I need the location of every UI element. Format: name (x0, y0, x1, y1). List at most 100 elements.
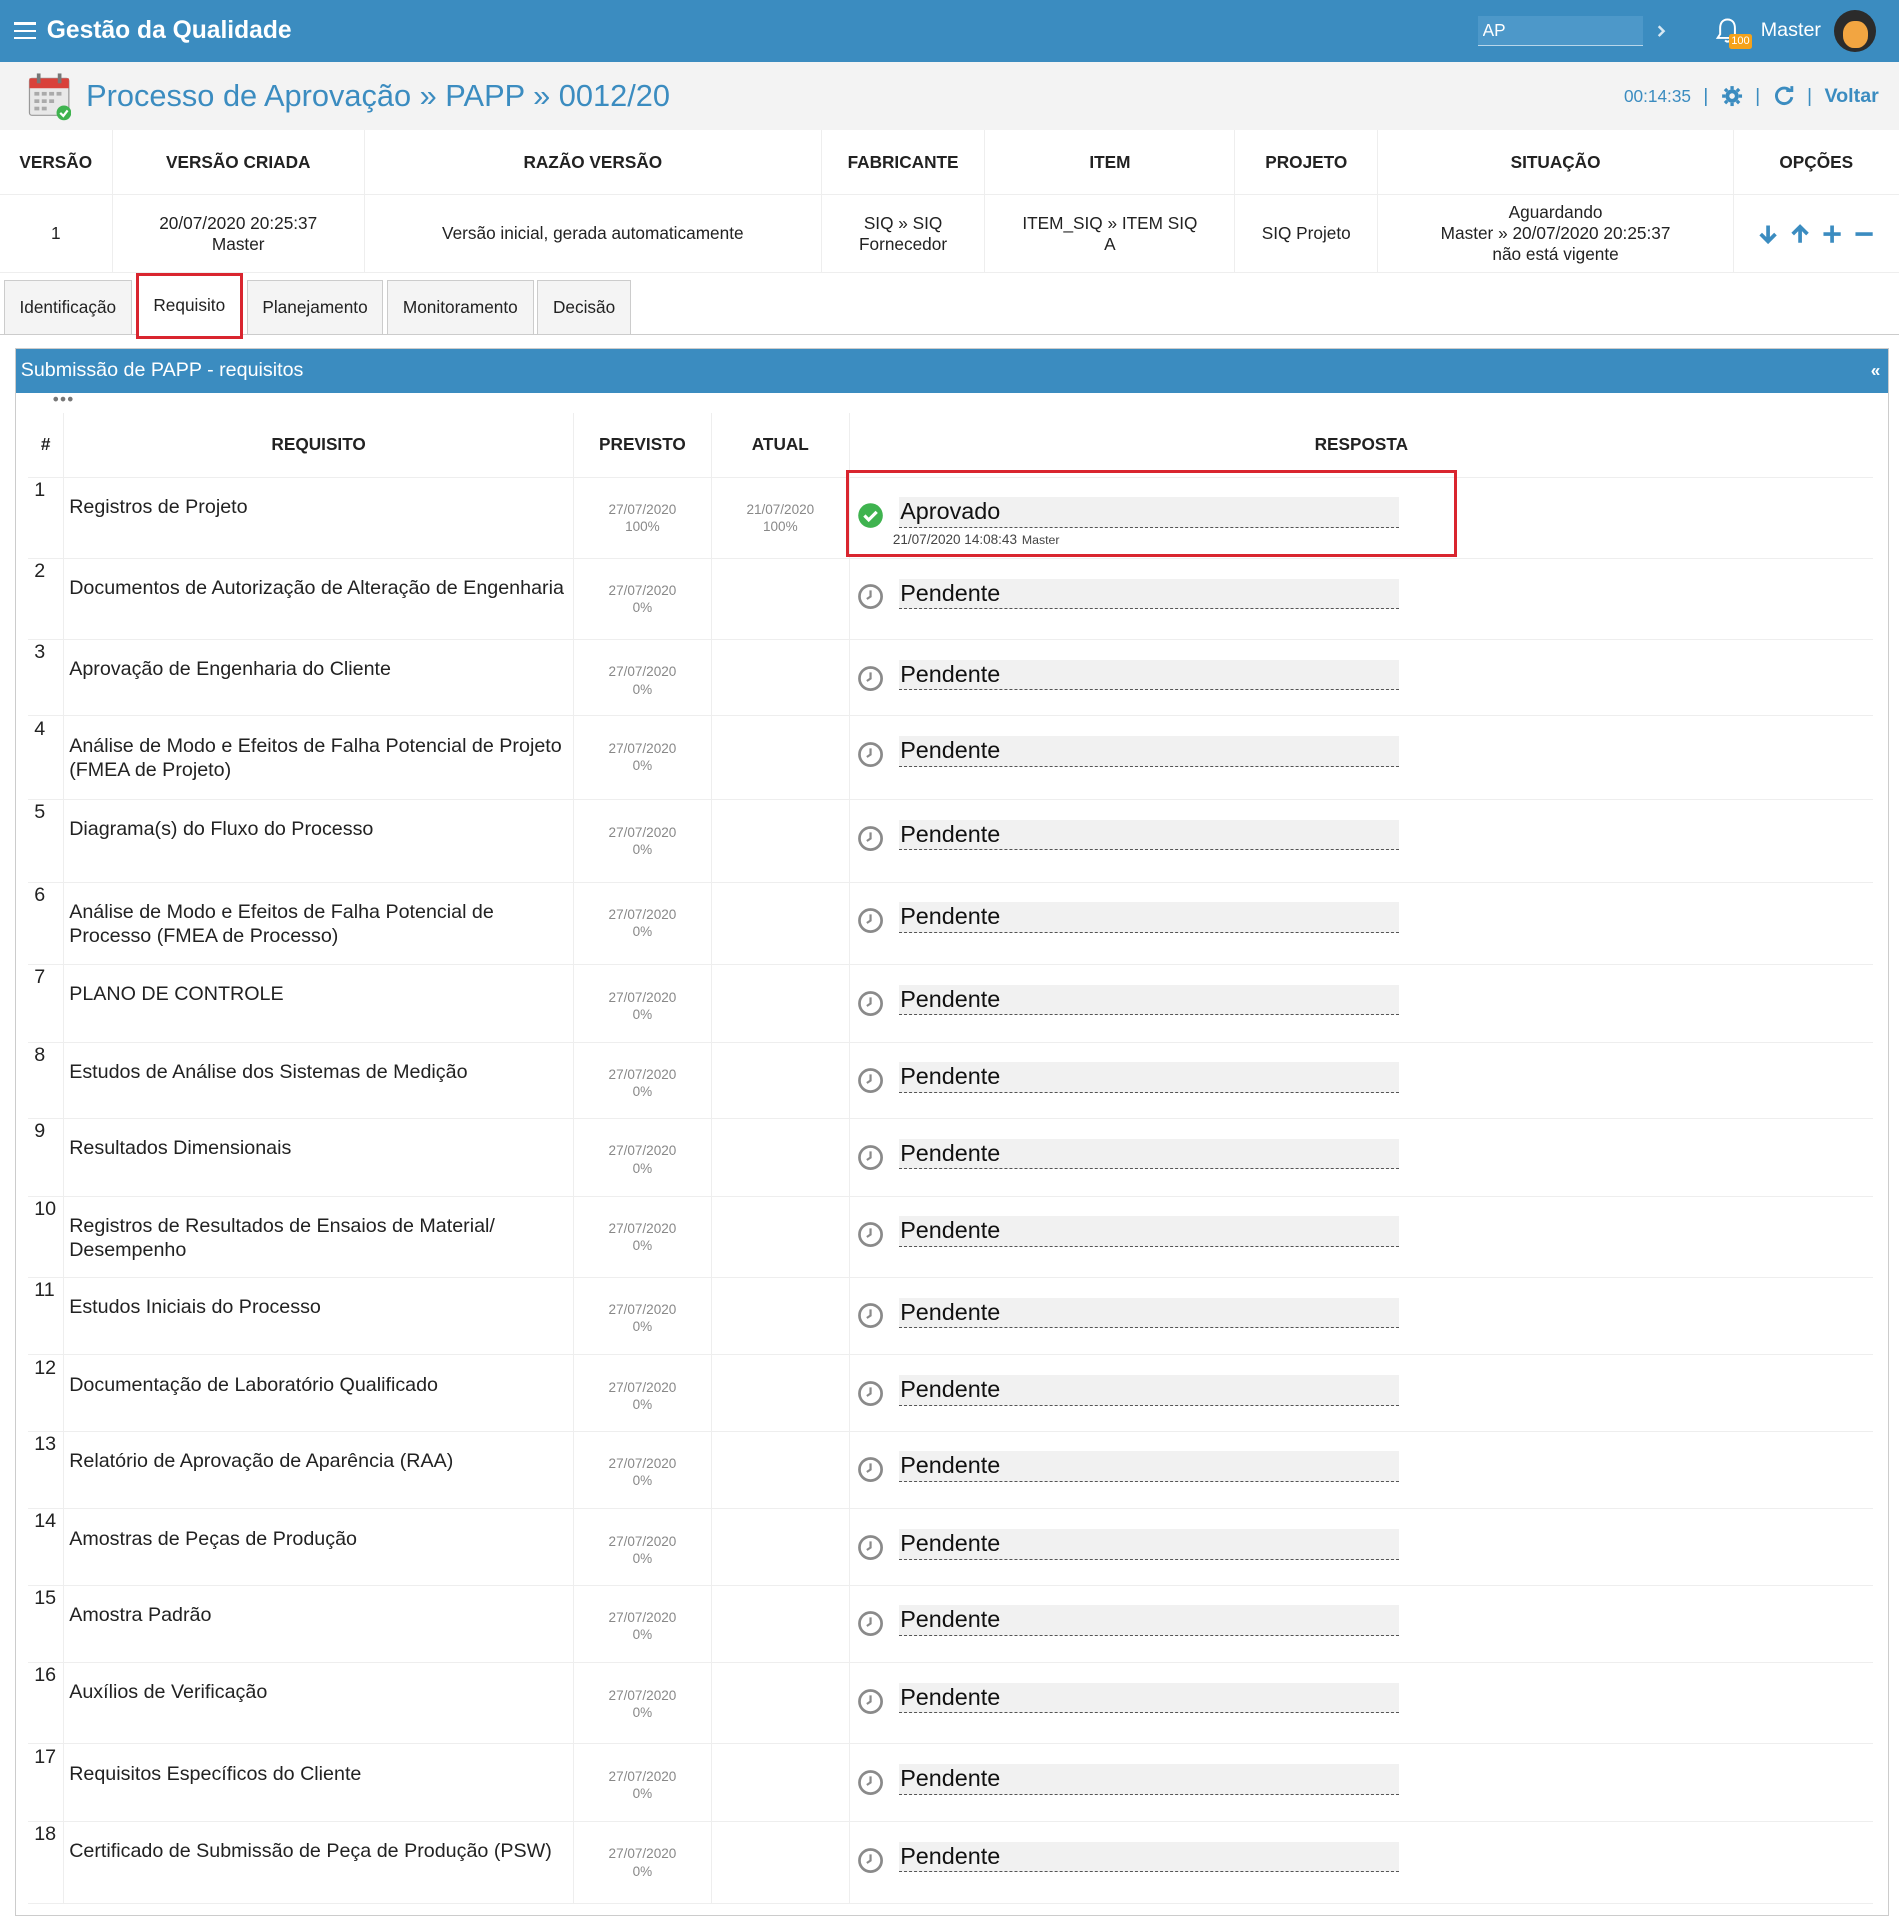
criada-date: 20/07/2020 20:25:37 (159, 212, 318, 233)
row-number: 8 (28, 1042, 65, 1119)
clock-icon (858, 1068, 884, 1094)
clock-icon (858, 665, 884, 691)
versao-criada-cell: 20/07/2020 20:25:37 Master (112, 194, 365, 273)
status-field[interactable]: Pendente (898, 736, 1399, 767)
tab-planejamento[interactable]: Planejamento (246, 280, 384, 335)
status-field[interactable]: Pendente (898, 902, 1399, 933)
status-meta: 21/07/2020 14:08:43 Master (893, 532, 1060, 547)
hamburger-menu-icon[interactable] (13, 22, 36, 40)
minus-icon[interactable] (1853, 223, 1875, 245)
resposta-cell: Pendente (849, 1821, 1873, 1905)
previsto-pct: 0% (632, 841, 653, 857)
projeto-cell: SIQ Projeto (1234, 194, 1379, 273)
status-field[interactable]: Pendente (898, 1528, 1399, 1560)
clock-icon (858, 990, 884, 1016)
chevron-right-icon[interactable] (1655, 24, 1667, 37)
atual-cell (711, 1743, 850, 1822)
table-row: 16 Auxílios de Verificação 27/07/2020 0% Pen… (28, 1662, 1873, 1745)
requirement-name: Certificado de Submissão de Peça de Prod… (63, 1821, 574, 1905)
status-field[interactable]: Pendente (898, 1451, 1399, 1482)
row-number: 7 (28, 964, 65, 1043)
status-field[interactable]: Pendente (898, 659, 1399, 691)
requirement-name: Registros de Resultados de Ensaios de Ma… (63, 1196, 574, 1278)
row-number: 1 (28, 477, 65, 559)
fabricante-line: SIQ » SIQ (863, 212, 943, 233)
requirement-name: Auxílios de Verificação (63, 1662, 574, 1745)
previsto-cell: 27/07/2020 0% (573, 1118, 712, 1197)
razao-cell: Versão inicial, gerada automaticamente (364, 194, 822, 273)
previsto-cell: 27/07/2020 0% (573, 1821, 712, 1905)
requirement-name: Análise de Modo e Efeitos de Falha Poten… (63, 882, 574, 966)
status-field[interactable]: Pendente (898, 1375, 1399, 1406)
search-input[interactable] (1477, 15, 1643, 47)
table-row: 4 Análise de Modo e Efeitos de Falha Pote… (28, 715, 1873, 801)
resposta-cell: Pendente (849, 1042, 1873, 1119)
col-opcoes: OPÇÕES (1733, 130, 1899, 196)
situacao-line: não está vigente (1492, 244, 1619, 265)
resposta-cell: Pendente (849, 1508, 1873, 1586)
item-line: ITEM_SIQ » ITEM SIQ (1022, 212, 1198, 233)
avatar[interactable] (1834, 9, 1877, 52)
plus-icon[interactable] (1821, 223, 1843, 245)
arrow-up-icon[interactable] (1789, 223, 1811, 245)
row-number: 17 (28, 1743, 65, 1822)
tab-identificacao[interactable]: Identificação (3, 280, 132, 335)
status-field[interactable]: Pendente (898, 819, 1399, 851)
more-options-icon[interactable]: ••• (16, 390, 1888, 413)
table-row: 8 Estudos de Análise dos Sistemas de Medi… (28, 1042, 1873, 1119)
notification-bell[interactable]: 100 (1714, 17, 1753, 50)
requirements-panel: Submissão de PAPP - requisitos « ••• # R… (14, 347, 1889, 1916)
row-number: 14 (28, 1508, 65, 1586)
previsto-pct: 0% (632, 1704, 653, 1720)
previsto-cell: 27/07/2020 0% (573, 1277, 712, 1356)
status-field[interactable]: Pendente (898, 1216, 1399, 1247)
collapse-button[interactable]: « (1871, 360, 1881, 381)
separator: | (1807, 84, 1813, 107)
clock-icon (858, 1611, 884, 1637)
separator: | (1755, 84, 1761, 107)
version-row: 1 20/07/2020 20:25:37 Master Versão inici… (0, 194, 1899, 273)
requirement-name: Resultados Dimensionais (63, 1118, 574, 1197)
previsto-date: 27/07/2020 (608, 1143, 677, 1159)
status-field[interactable]: Pendente (898, 1764, 1399, 1795)
row-number: 9 (28, 1118, 65, 1197)
status-field[interactable]: Pendente (898, 1841, 1399, 1873)
status-field[interactable]: Pendente (898, 1682, 1399, 1714)
col-item: ITEM (984, 130, 1236, 196)
requirement-name: Aprovação de Engenharia do Cliente (63, 639, 574, 717)
row-number: 10 (28, 1196, 65, 1278)
status-field[interactable]: Pendente (898, 1062, 1399, 1093)
requirement-name: Amostra Padrão (63, 1585, 574, 1664)
table-row: 17 Requisitos Específicos do Cliente 27/07… (28, 1743, 1873, 1822)
previsto-cell: 27/07/2020 0% (573, 1585, 712, 1664)
gear-icon[interactable] (1721, 85, 1743, 107)
table-row: 15 Amostra Padrão 27/07/2020 0% Pendente (28, 1585, 1873, 1664)
atual-cell (711, 715, 850, 801)
status-field[interactable]: Pendente (898, 984, 1399, 1016)
clock-icon (858, 742, 884, 768)
table-row: 14 Amostras de Peças de Produção 27/07/202… (28, 1508, 1873, 1586)
resposta-cell: Aprovado 21/07/2020 14:08:43 Master (849, 477, 1873, 559)
resposta-cell: Pendente (849, 715, 1873, 801)
status-field[interactable]: Pendente (898, 578, 1399, 610)
clock-icon (858, 1770, 884, 1795)
previsto-cell: 27/07/2020 0% (573, 1042, 712, 1119)
atual-cell (711, 1118, 850, 1197)
status-field[interactable]: Pendente (898, 1297, 1399, 1329)
arrow-down-icon[interactable] (1757, 223, 1779, 245)
refresh-icon[interactable] (1773, 85, 1795, 107)
user-name[interactable]: Master (1761, 19, 1821, 42)
tab-decisao[interactable]: Decisão (537, 280, 631, 335)
status-field[interactable]: Aprovado (898, 497, 1399, 528)
col-fabricante: FABRICANTE (821, 130, 986, 196)
requirement-name: Amostras de Peças de Produção (63, 1508, 574, 1586)
resposta-cell: Pendente (849, 1354, 1873, 1432)
atual-pct: 100% (763, 519, 798, 535)
previsto-date: 27/07/2020 (608, 501, 677, 517)
col-projeto: PROJETO (1234, 130, 1379, 196)
status-field[interactable]: Pendente (898, 1138, 1399, 1170)
status-field[interactable]: Pendente (898, 1605, 1399, 1636)
tab-requisito[interactable]: Requisito (135, 272, 243, 340)
back-button[interactable]: Voltar (1824, 85, 1878, 108)
tab-monitoramento[interactable]: Monitoramento (387, 280, 534, 335)
